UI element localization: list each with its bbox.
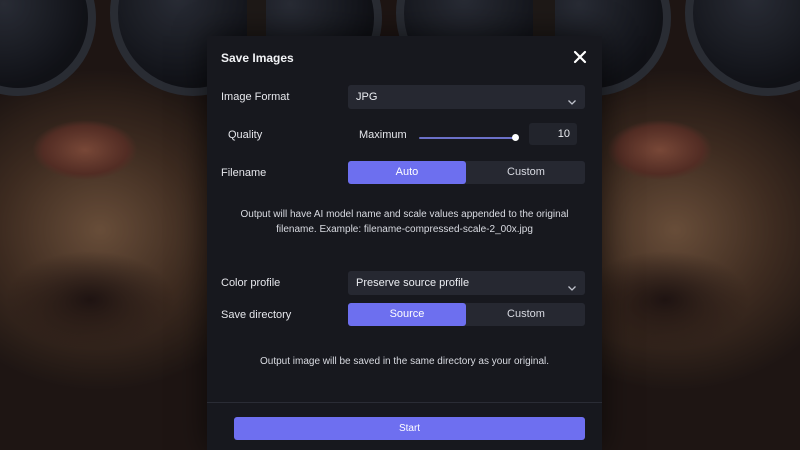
save-directory-toggle: Source Custom	[348, 303, 585, 326]
color-profile-select[interactable]: Preserve source profile	[348, 271, 585, 295]
save-directory-note: Output image will be saved in the same d…	[259, 356, 550, 367]
filename-label: Filename	[221, 167, 267, 179]
quality-slider-handle[interactable]	[512, 134, 519, 141]
image-format-label: Image Format	[221, 91, 290, 103]
filename-custom-button[interactable]: Custom	[467, 161, 585, 184]
close-icon[interactable]	[572, 49, 588, 65]
dialog-title: Save Images	[221, 51, 294, 65]
save-directory-custom-button[interactable]: Custom	[467, 303, 585, 326]
start-button[interactable]: Start	[234, 417, 585, 440]
quality-value-input[interactable]: 10	[529, 123, 577, 145]
save-images-dialog: Save Images Image Format JPG Quality Max…	[207, 36, 602, 450]
filename-note: Output will have AI model name and scale…	[240, 209, 569, 235]
quality-preset: Maximum	[359, 129, 407, 141]
image-format-value: JPG	[356, 91, 378, 103]
footer-divider	[207, 402, 602, 403]
color-profile-label: Color profile	[221, 277, 281, 289]
save-directory-label: Save directory	[221, 309, 292, 321]
chevron-down-icon	[567, 92, 577, 105]
save-directory-source-button[interactable]: Source	[348, 303, 466, 326]
filename-auto-button[interactable]: Auto	[348, 161, 466, 184]
image-format-select[interactable]: JPG	[348, 85, 585, 109]
filename-toggle: Auto Custom	[348, 161, 585, 184]
quality-label: Quality	[228, 129, 263, 141]
chevron-down-icon	[567, 278, 577, 291]
quality-slider-track[interactable]	[419, 137, 515, 139]
color-profile-value: Preserve source profile	[356, 277, 470, 289]
